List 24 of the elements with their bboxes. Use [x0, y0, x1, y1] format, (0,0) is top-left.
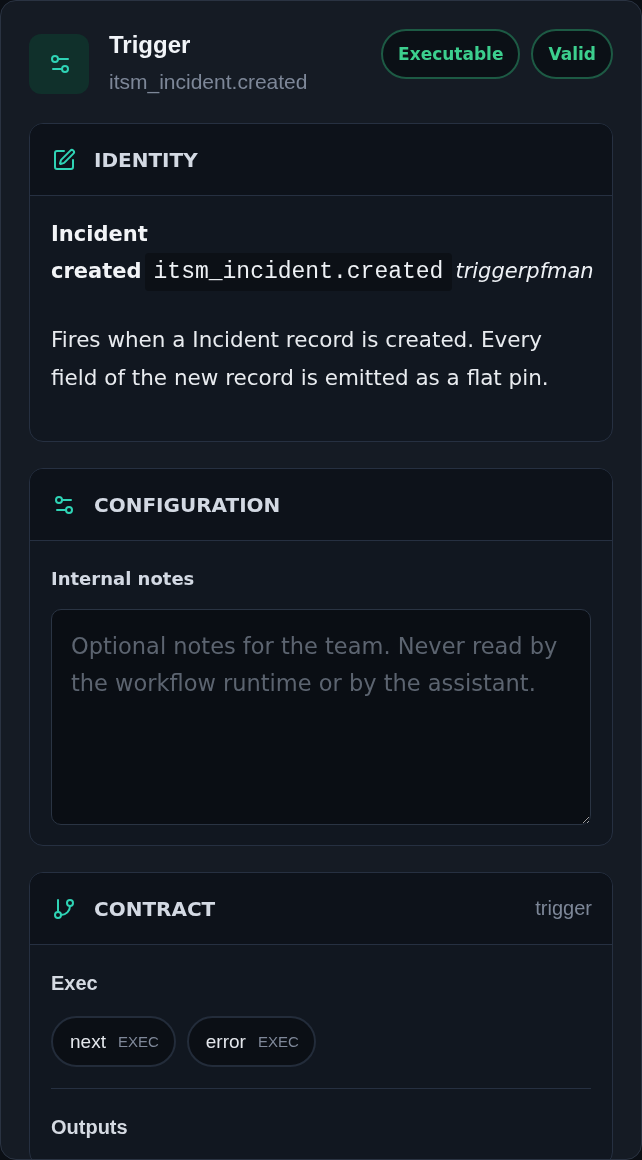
status-badge: Executable: [381, 29, 521, 79]
pen-square-icon: [52, 147, 76, 172]
pin-type: EXEC: [257, 1033, 299, 1050]
pin-type: EXEC: [117, 1033, 159, 1050]
sliders-icon: [29, 34, 89, 94]
field-label: Internal notes: [51, 567, 196, 591]
section-title: IDENTITY: [94, 147, 198, 172]
group-label: Outputs: [51, 1115, 129, 1140]
status-badge: Valid: [531, 29, 613, 79]
pin-name: next: [70, 1030, 106, 1053]
group-label: Exec: [51, 971, 99, 996]
description-text: Fires when a Incident record is created. Every field of the new record is emitted as a flat pin.: [51, 326, 550, 392]
heading-text: created: [51, 258, 142, 285]
section-title: CONFIGURATION: [94, 492, 281, 517]
node-title: Trigger: [109, 31, 192, 59]
italic-text: triggerpfman: [455, 258, 594, 285]
branch-icon: [52, 896, 76, 921]
pin-name: error: [205, 1030, 246, 1053]
notes-field[interactable]: Optional notes for the team. Never read by the workflow runtime or by the assistant.: [51, 609, 591, 825]
node-kind-label: trigger: [535, 897, 592, 920]
code-text: itsm_incident.created: [144, 252, 453, 291]
section-title: CONTRACT: [94, 896, 216, 921]
heading-text: Incident: [51, 221, 149, 248]
node-type-id: itsm_incident.created: [109, 69, 309, 95]
